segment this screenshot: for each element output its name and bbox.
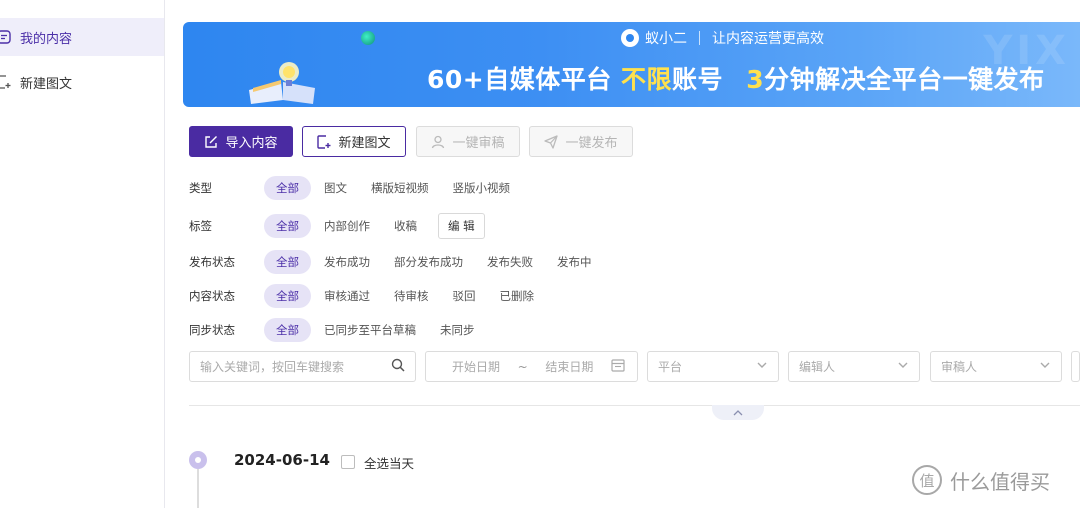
headline-highlight: 3: [746, 65, 765, 94]
watermark-logo-icon: 值: [912, 465, 942, 495]
send-icon: [544, 134, 559, 149]
editor-placeholder: 编辑人: [799, 360, 836, 374]
filter-chip[interactable]: 横版短视频: [360, 176, 440, 200]
filter-chip[interactable]: 图文: [313, 176, 358, 200]
sidebar-item-my-content[interactable]: 我的内容: [0, 18, 164, 56]
filter-row-publish-status: 发布状态 全部 发布成功 部分发布成功 发布失败 发布中: [189, 249, 605, 275]
auditor-placeholder: 审稿人: [941, 360, 978, 374]
brand-logo-icon: [621, 29, 639, 47]
filter-chip[interactable]: 待审核: [383, 284, 440, 308]
filter-chip-all[interactable]: 全部: [264, 176, 311, 200]
batch-audit-label: 一键审稿: [452, 136, 505, 151]
filter-label: 类型: [189, 181, 212, 195]
auditor-select[interactable]: 审稿人: [930, 351, 1062, 382]
add-doc-icon: [317, 134, 331, 149]
select-day-checkbox[interactable]: [341, 455, 355, 469]
batch-publish-button[interactable]: 一键发布: [529, 126, 633, 157]
batch-publish-label: 一键发布: [565, 136, 618, 151]
filter-label: 同步状态: [189, 323, 235, 337]
brand-slogan: 让内容运营更高效: [712, 31, 824, 47]
filter-chip[interactable]: 已删除: [489, 284, 546, 308]
filter-chip[interactable]: 收稿: [383, 214, 428, 238]
headline-text: 分钟解决全平台一键发布: [764, 65, 1045, 94]
import-content-button[interactable]: 导入内容: [189, 126, 293, 157]
filter-row-type: 类型 全部 图文 横版短视频 竖版小视频: [189, 175, 523, 201]
collapse-filters-button[interactable]: [712, 405, 764, 420]
add-doc-icon: [0, 74, 12, 90]
batch-audit-button[interactable]: 一键审稿: [416, 126, 520, 157]
search-placeholder: 输入关键词，按回车键搜索: [200, 360, 345, 374]
sidebar-item-label: 新建图文: [20, 76, 73, 92]
watermark-text: 什么值得买: [950, 469, 1050, 494]
chevron-up-icon: [732, 406, 744, 420]
calendar-icon: [611, 358, 625, 375]
filter-chip[interactable]: 发布中: [546, 250, 603, 274]
keyword-search-input[interactable]: 输入关键词，按回车键搜索: [189, 351, 416, 382]
sidebar-item-new-article[interactable]: 新建图文: [0, 63, 164, 101]
sidebar: 我的内容 新建图文: [0, 0, 165, 508]
headline-text: 60+自媒体平台: [427, 65, 612, 94]
chevron-down-icon: [897, 359, 909, 374]
chevron-down-icon: [1039, 359, 1051, 374]
filter-row-tag: 标签 全部 内部创作 收稿 编 辑: [189, 213, 485, 239]
search-icon[interactable]: [391, 358, 405, 375]
document-list-icon: [0, 29, 12, 45]
timeline-date: 2024-06-14: [234, 451, 330, 469]
start-date-placeholder: 开始日期: [452, 360, 501, 374]
sidebar-item-label: 我的内容: [20, 31, 73, 47]
import-content-label: 导入内容: [225, 136, 278, 151]
filter-chip-all[interactable]: 全部: [264, 318, 311, 342]
edit-icon: [204, 135, 218, 149]
editor-select[interactable]: 编辑人: [788, 351, 920, 382]
filter-row-sync-status: 同步状态 全部 已同步至平台草稿 未同步: [189, 317, 488, 343]
filter-chip[interactable]: 发布成功: [313, 250, 381, 274]
filter-row-content-status: 内容状态 全部 审核通过 待审核 驳回 已删除: [189, 283, 547, 309]
banner-headline: 60+自媒体平台 不限账号 3分钟解决全平台一键发布: [427, 60, 1045, 96]
date-range-picker[interactable]: 开始日期 ~ 结束日期: [425, 351, 638, 382]
decorative-orb-icon: [361, 31, 375, 45]
user-icon: [431, 135, 445, 149]
book-lightbulb-icon: [249, 62, 315, 104]
filter-label: 内容状态: [189, 289, 235, 303]
date-separator: ~: [517, 359, 528, 374]
banner-brand: 蚁小二 让内容运营更高效: [621, 27, 824, 49]
filter-chip[interactable]: 发布失败: [476, 250, 544, 274]
edit-tags-button[interactable]: 编 辑: [438, 213, 485, 239]
filter-chip[interactable]: 驳回: [442, 284, 487, 308]
chevron-down-icon: [756, 359, 768, 374]
brand-name: 蚁小二: [645, 31, 687, 47]
brand-separator: [699, 31, 700, 45]
filter-chip[interactable]: 竖版小视频: [442, 176, 522, 200]
new-article-label: 新建图文: [338, 136, 391, 151]
new-article-button[interactable]: 新建图文: [302, 126, 406, 157]
filter-label: 发布状态: [189, 255, 235, 269]
filter-chip[interactable]: 审核通过: [313, 284, 381, 308]
filter-divider: [189, 405, 1080, 406]
filter-chip[interactable]: 未同步: [429, 318, 486, 342]
end-date-placeholder: 结束日期: [545, 360, 594, 374]
timeline-dot: [189, 451, 207, 469]
filter-chip[interactable]: 部分发布成功: [383, 250, 474, 274]
filter-chip[interactable]: 已同步至平台草稿: [313, 318, 427, 342]
headline-highlight: 不限: [620, 65, 672, 94]
headline-text: 账号: [671, 65, 723, 94]
platform-placeholder: 平台: [658, 360, 683, 374]
timeline-line: [197, 469, 199, 508]
filter-chip[interactable]: 内部创作: [313, 214, 381, 238]
filter-label: 标签: [189, 219, 212, 233]
filter-chip-all[interactable]: 全部: [264, 214, 311, 238]
filter-chip-all[interactable]: 全部: [264, 250, 311, 274]
filter-chip-all[interactable]: 全部: [264, 284, 311, 308]
site-watermark: 值 什么值得买: [912, 465, 1050, 495]
platform-select[interactable]: 平台: [647, 351, 779, 382]
more-filter-select[interactable]: [1071, 351, 1080, 382]
promo-banner[interactable]: YIX 蚁小二 让内容运营更高效 60+自媒体平台 不限账号 3分钟解决全平台一…: [183, 22, 1080, 107]
select-day-label[interactable]: 全选当天: [364, 453, 414, 472]
